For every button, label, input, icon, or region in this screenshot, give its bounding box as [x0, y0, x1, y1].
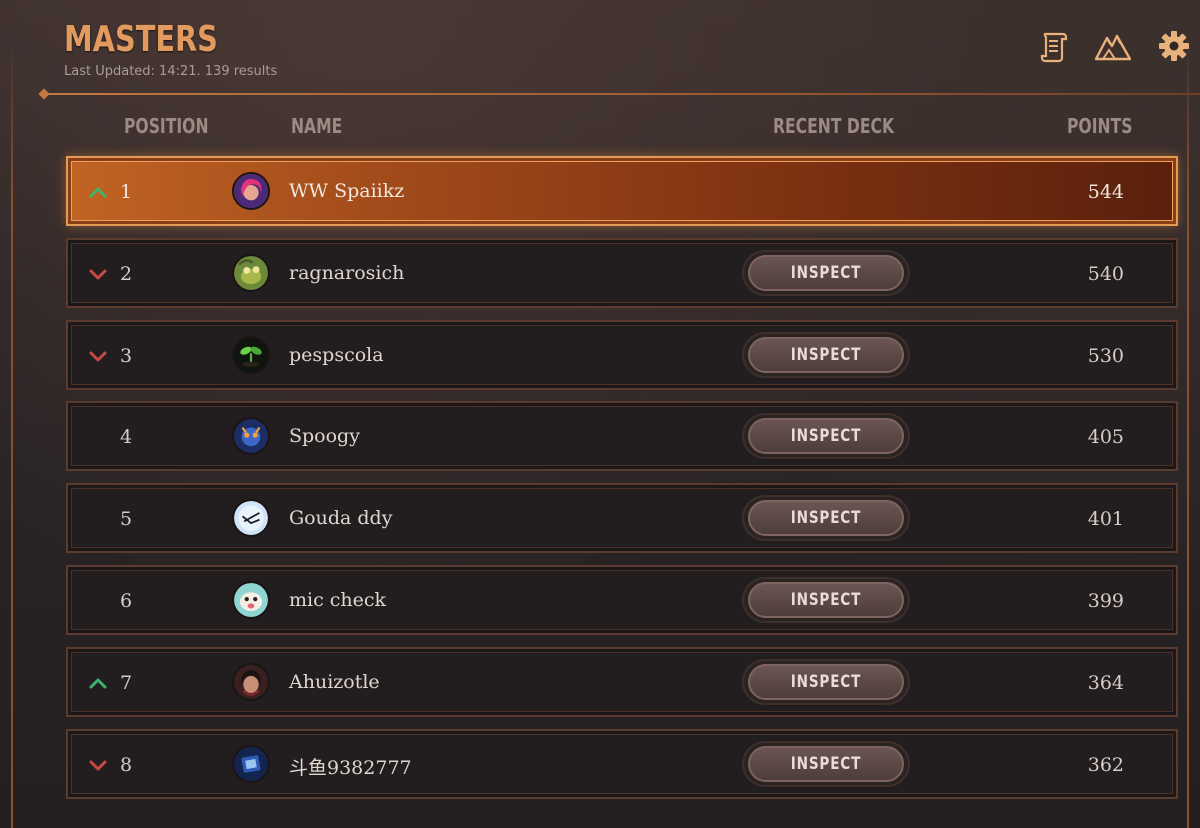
player-name[interactable]: Spoogy — [289, 425, 360, 447]
trend-up-icon — [88, 182, 108, 202]
row-position: 7 — [120, 672, 133, 694]
inspect-button-face[interactable]: INSPECT — [748, 746, 904, 782]
inspect-deck-button[interactable]: INSPECT — [742, 332, 910, 378]
table-row[interactable]: 8 斗鱼9382777 INSPECT 362 — [66, 729, 1178, 799]
inspect-button-face[interactable]: INSPECT — [748, 418, 904, 454]
column-header-points: POINTS — [1067, 114, 1133, 138]
row-position: 4 — [120, 426, 133, 448]
left-border — [11, 40, 13, 828]
inspect-button-label: INSPECT — [790, 263, 862, 283]
row-position: 5 — [120, 508, 133, 530]
row-position: 1 — [120, 181, 133, 203]
gear-icon[interactable] — [1154, 26, 1194, 66]
inspect-deck-button[interactable]: INSPECT — [742, 495, 910, 541]
player-name[interactable]: Ahuizotle — [289, 671, 380, 693]
dark-hair-champion-avatar[interactable] — [232, 663, 270, 701]
table-row[interactable]: 7 Ahuizotle INSPECT 364 — [66, 647, 1178, 717]
right-border — [1187, 40, 1189, 828]
inspect-deck-button[interactable]: INSPECT — [742, 577, 910, 623]
table-row[interactable]: 3 pespscola INSPECT 530 — [66, 320, 1178, 390]
inspect-button-label: INSPECT — [790, 345, 862, 365]
inspect-button-face[interactable]: INSPECT — [748, 337, 904, 373]
table-row[interactable]: 5 Gouda ddy INSPECT 401 — [66, 483, 1178, 553]
trend-down-icon — [88, 755, 108, 775]
inspect-button-face[interactable]: INSPECT — [748, 500, 904, 536]
inspect-deck-button[interactable]: INSPECT — [742, 250, 910, 296]
blue-beast-avatar[interactable] — [232, 417, 270, 455]
table-row-highlighted[interactable]: 1 WW Spaiikz 544 — [66, 156, 1178, 226]
row-position: 2 — [120, 263, 133, 285]
row-position: 8 — [120, 754, 133, 776]
player-name[interactable]: 斗鱼9382777 — [289, 753, 412, 780]
row-points: 530 — [1087, 345, 1124, 367]
blue-card-avatar[interactable] — [232, 745, 270, 783]
row-points: 544 — [1087, 181, 1124, 203]
sprout-avatar[interactable] — [232, 336, 270, 374]
inspect-button-face[interactable]: INSPECT — [748, 582, 904, 618]
row-points: 401 — [1087, 508, 1124, 530]
inspect-button-label: INSPECT — [790, 426, 862, 446]
trend-up-icon — [88, 673, 108, 693]
page-title: MASTERS — [64, 19, 218, 60]
inspect-button-label: INSPECT — [790, 672, 862, 692]
row-points: 405 — [1087, 426, 1124, 448]
trend-down-icon — [88, 264, 108, 284]
header-divider — [44, 93, 1200, 95]
poro-avatar[interactable] — [232, 581, 270, 619]
row-points: 540 — [1087, 263, 1124, 285]
inspect-button-label: INSPECT — [790, 590, 862, 610]
row-points: 362 — [1087, 754, 1124, 776]
table-row[interactable]: 6 mic check INSPECT 399 — [66, 565, 1178, 635]
player-name[interactable]: WW Spaiikz — [289, 180, 404, 202]
inspect-deck-button[interactable]: INSPECT — [742, 413, 910, 459]
last-updated-text: Last Updated: 14:21. 139 results — [64, 64, 278, 79]
scroll-icon[interactable] — [1034, 26, 1074, 66]
inspect-button-face[interactable]: INSPECT — [748, 255, 904, 291]
player-name[interactable]: pespscola — [289, 344, 384, 366]
inspect-deck-button[interactable]: INSPECT — [742, 659, 910, 705]
pink-hair-champion-avatar[interactable] — [232, 172, 270, 210]
inspect-button-label: INSPECT — [790, 508, 862, 528]
table-row[interactable]: 4 Spoogy INSPECT 405 — [66, 401, 1178, 471]
player-name[interactable]: mic check — [289, 589, 386, 611]
mountains-icon[interactable] — [1093, 26, 1133, 66]
inspect-button-label: INSPECT — [790, 754, 862, 774]
inspect-button-face[interactable]: INSPECT — [748, 664, 904, 700]
row-position: 6 — [120, 590, 133, 612]
table-row[interactable]: 2 ragnarosich INSPECT 540 — [66, 238, 1178, 308]
blue-sketch-avatar[interactable] — [232, 499, 270, 537]
row-points: 364 — [1087, 672, 1124, 694]
row-position: 3 — [120, 345, 133, 367]
player-name[interactable]: ragnarosich — [289, 262, 404, 284]
column-header-position: POSITION — [124, 114, 209, 138]
column-header-recent-deck: RECENT DECK — [773, 114, 895, 138]
inspect-deck-button[interactable]: INSPECT — [742, 741, 910, 787]
trend-down-icon — [88, 346, 108, 366]
leaderboard-panel: MASTERS Last Updated: 14:21. 139 results — [0, 0, 1200, 828]
player-name[interactable]: Gouda ddy — [289, 507, 392, 529]
row-points: 399 — [1087, 590, 1124, 612]
column-header-name: NAME — [291, 114, 343, 138]
green-creature-avatar[interactable] — [232, 254, 270, 292]
